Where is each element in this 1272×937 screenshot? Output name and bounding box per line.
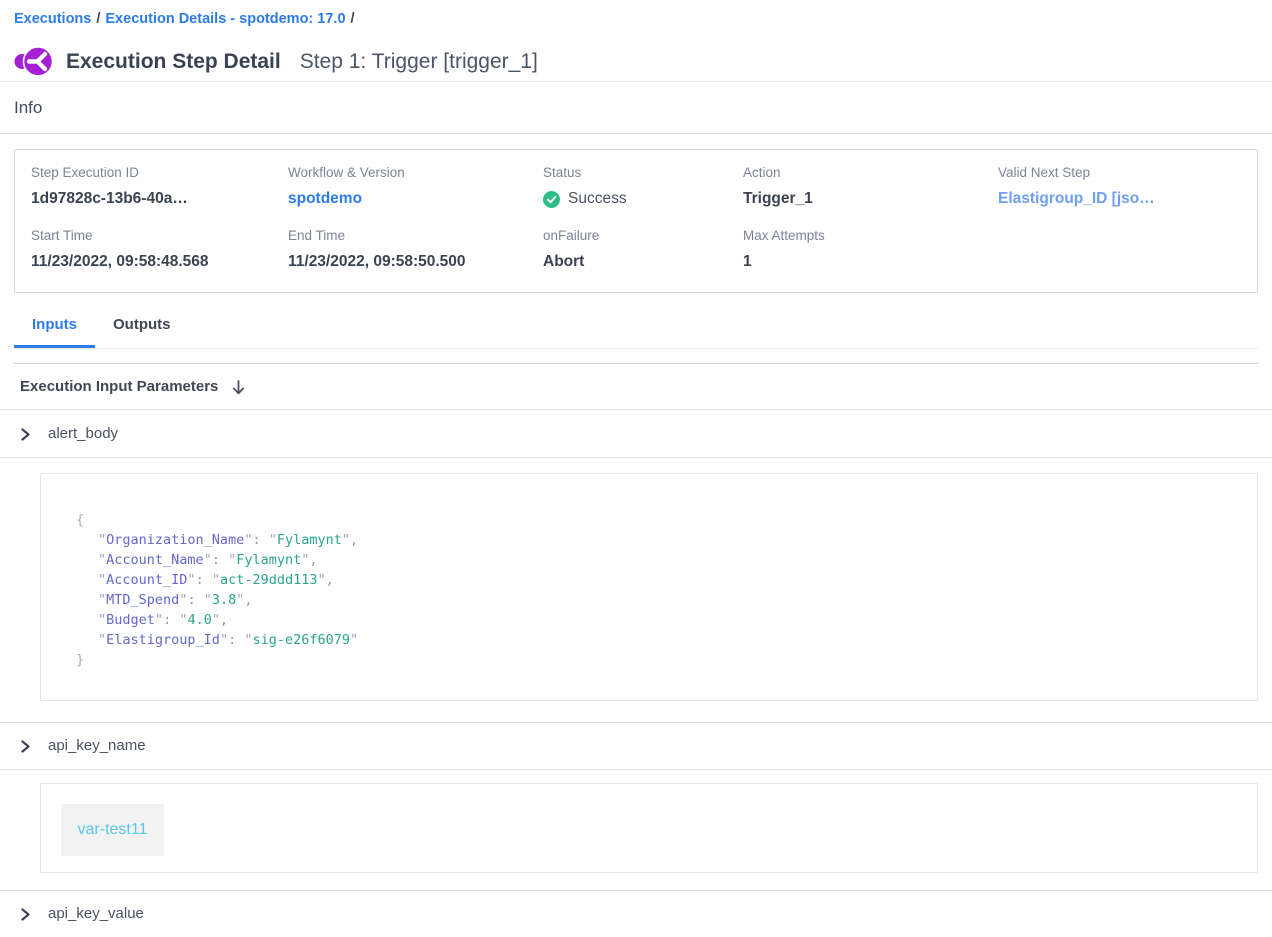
api-key-name-value-box: var-test11: [40, 783, 1258, 873]
field-value: 11/23/2022, 09:58:48.568: [31, 252, 288, 272]
section-alert-body[interactable]: alert_body: [0, 410, 1272, 457]
params-title: Execution Input Parameters: [20, 377, 218, 397]
section-label: alert_body: [48, 424, 118, 444]
field-label: Max Attempts: [743, 227, 998, 244]
api-key-name-value: var-test11: [61, 804, 164, 856]
field-action: Action Trigger_1: [743, 164, 998, 209]
field-value: 1: [743, 252, 998, 272]
field-value: 1d97828c-13b6-40a…: [31, 189, 288, 209]
breadcrumb-separator: /: [346, 11, 360, 27]
row-divider: [0, 457, 1272, 458]
section-label: api_key_value: [48, 904, 144, 924]
section-api-key-name[interactable]: api_key_name: [0, 723, 1272, 769]
breadcrumb-separator: /: [91, 11, 105, 27]
section-api-key-value[interactable]: api_key_value: [0, 891, 1272, 937]
field-label: End Time: [288, 227, 543, 244]
field-valid-next-step: Valid Next Step Elastigroup_ID [jso…: [998, 164, 1241, 209]
field-label: Status: [543, 164, 743, 181]
params-header: Execution Input Parameters: [0, 364, 1272, 409]
field-label: Step Execution ID: [31, 164, 288, 181]
tabbar: Inputs Outputs: [14, 315, 1258, 349]
field-on-failure: onFailure Abort: [543, 227, 743, 272]
page-title: Execution Step Detail: [66, 50, 281, 74]
field-label: Action: [743, 164, 998, 181]
fylamynt-logo-icon: [14, 44, 53, 79]
field-start-time: Start Time 11/23/2022, 09:58:48.568: [31, 227, 288, 272]
field-label: Start Time: [31, 227, 288, 244]
breadcrumb-link-execution-details[interactable]: Execution Details - spotdemo: 17.0: [105, 11, 345, 27]
sort-descending-arrow-icon[interactable]: [230, 379, 247, 396]
valid-next-step-link[interactable]: Elastigroup_ID [jso…: [998, 190, 1155, 207]
field-status: Status Success: [543, 164, 743, 209]
field-workflow-version: Workflow & Version spotdemo: [288, 164, 543, 209]
field-label: Workflow & Version: [288, 164, 543, 181]
info-heading: Info: [0, 82, 1272, 118]
alert-body-json-box: {"Organization_Name": "Fylamynt","Accoun…: [40, 473, 1258, 701]
field-step-execution-id: Step Execution ID 1d97828c-13b6-40a…: [31, 164, 288, 209]
info-card: Step Execution ID 1d97828c-13b6-40a… Wor…: [14, 149, 1258, 293]
status-text: Success: [568, 189, 627, 209]
chevron-right-icon: [20, 428, 31, 441]
field-label: Valid Next Step: [998, 164, 1241, 181]
page-subtitle: Step 1: Trigger [trigger_1]: [300, 50, 538, 74]
json-viewer-code: {"Organization_Name": "Fylamynt","Accoun…: [76, 510, 1237, 670]
workflow-link[interactable]: spotdemo: [288, 190, 362, 207]
chevron-right-icon: [20, 740, 31, 753]
row-divider: [0, 769, 1272, 770]
tab-inputs[interactable]: Inputs: [14, 315, 95, 348]
status-value: Success: [543, 189, 743, 209]
section-label: api_key_name: [48, 736, 146, 756]
field-end-time: End Time 11/23/2022, 09:58:50.500: [288, 227, 543, 272]
field-value: 11/23/2022, 09:58:50.500: [288, 252, 543, 272]
field-label: onFailure: [543, 227, 743, 244]
field-max-attempts: Max Attempts 1: [743, 227, 998, 272]
info-divider: [0, 133, 1272, 134]
field-value: Trigger_1: [743, 189, 998, 209]
breadcrumb: Executions/Execution Details - spotdemo:…: [0, 0, 1272, 29]
page-header: Execution Step Detail Step 1: Trigger [t…: [0, 29, 1272, 81]
field-value: Abort: [543, 252, 743, 272]
tab-outputs[interactable]: Outputs: [95, 315, 189, 348]
breadcrumb-link-executions[interactable]: Executions: [14, 11, 91, 27]
success-check-icon: [543, 191, 560, 208]
